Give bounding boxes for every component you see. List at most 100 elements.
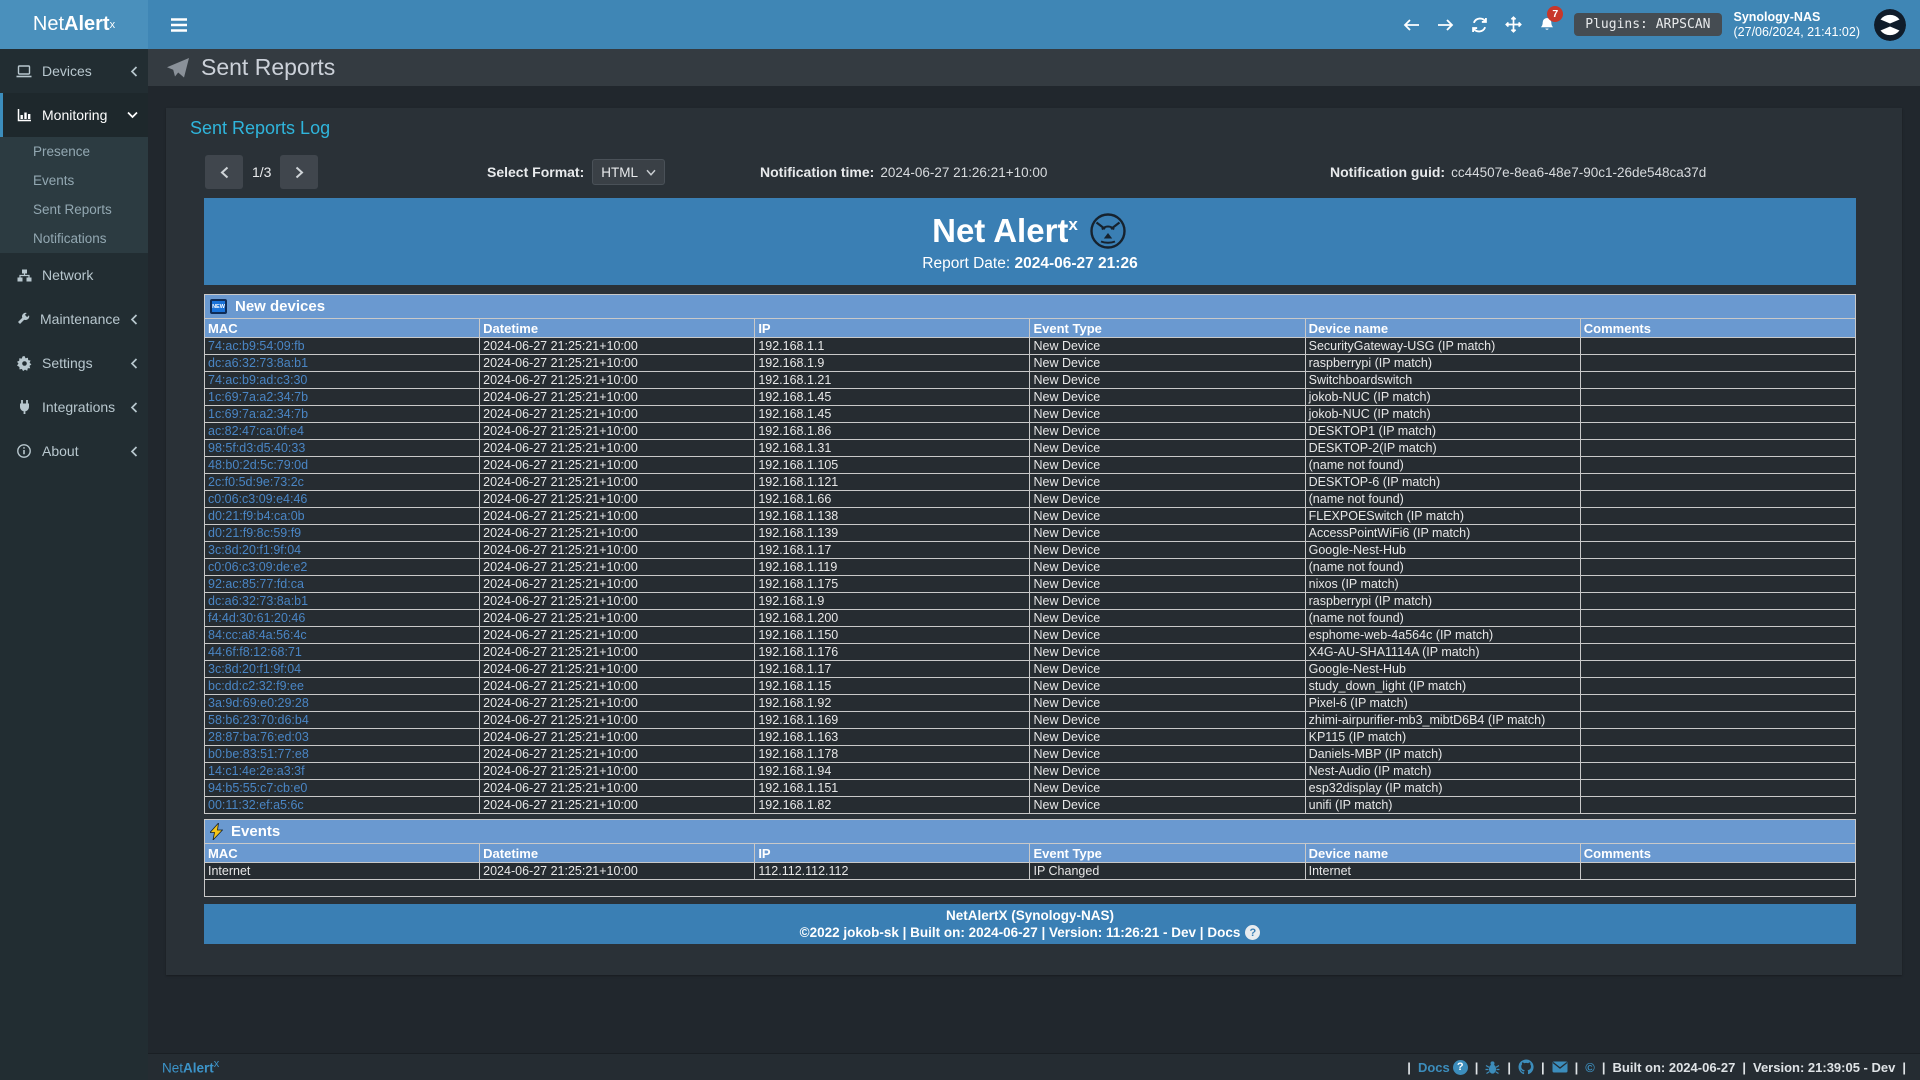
table-cell: 2024-06-27 21:25:21+10:00: [480, 576, 755, 593]
mac-link[interactable]: 3c:8d:20:f1:9f:04: [208, 662, 301, 676]
table-cell: New Device: [1030, 406, 1305, 423]
table-cell: [1580, 406, 1855, 423]
sidebar-toggle-button[interactable]: [162, 0, 196, 49]
table-cell: 28:87:ba:76:ed:03: [205, 729, 480, 746]
mac-link[interactable]: 84:cc:a8:4a:56:4c: [208, 628, 307, 642]
table-cell: nixos (IP match): [1305, 576, 1580, 593]
column-header: Comments: [1580, 319, 1855, 338]
table-cell: New Device: [1030, 338, 1305, 355]
mac-link[interactable]: 98:5f:d3:d5:40:33: [208, 441, 305, 455]
sidebar-item-label: Notifications: [33, 231, 107, 246]
table-cell: zhimi-airpurifier-mb3_mibtD6B4 (IP match…: [1305, 712, 1580, 729]
license-link[interactable]: ©: [1585, 1060, 1595, 1075]
notifications-bell-button[interactable]: 7: [1530, 0, 1564, 49]
chevron-down-icon: [127, 111, 138, 119]
notification-time-label: Notification time:: [760, 164, 874, 180]
email-link[interactable]: [1552, 1061, 1568, 1073]
host-info: Synology-NAS (27/06/2024, 21:41:02): [1734, 10, 1861, 40]
question-icon[interactable]: ?: [1245, 925, 1260, 940]
mac-link[interactable]: 48:b0:2d:5c:79:0d: [208, 458, 308, 472]
host-datetime: (27/06/2024, 21:41:02): [1734, 25, 1861, 40]
mac-link[interactable]: 3c:8d:20:f1:9f:04: [208, 543, 301, 557]
sidebar-item-label: Settings: [42, 355, 93, 371]
mac-link[interactable]: d0:21:f9:8c:59:f9: [208, 526, 301, 540]
mac-link[interactable]: 94:b5:55:c7:cb:e0: [208, 781, 307, 795]
format-selected-value: HTML: [601, 165, 638, 180]
format-control: Select Format: HTML: [487, 155, 665, 189]
table-cell: Google-Nest-Hub: [1305, 661, 1580, 678]
sidebar-item-integrations[interactable]: Integrations: [0, 385, 148, 429]
mac-link[interactable]: 1c:69:7a:a2:34:7b: [208, 390, 308, 404]
table-cell: 192.168.1.94: [755, 763, 1030, 780]
plugins-status-badge[interactable]: Plugins: ARPSCAN: [1574, 13, 1721, 36]
table-cell: 2c:f0:5d:9e:73:2c: [205, 474, 480, 491]
next-page-button[interactable]: [280, 155, 318, 189]
page-title: Sent Reports: [201, 54, 335, 81]
mac-link[interactable]: 28:87:ba:76:ed:03: [208, 730, 309, 744]
mac-link[interactable]: bc:dd:c2:32:f9:ee: [208, 679, 304, 693]
mac-link[interactable]: dc:a6:32:73:8a:b1: [208, 356, 308, 370]
mac-link[interactable]: c0:06:c3:09:e4:46: [208, 492, 307, 506]
table-cell: New Device: [1030, 542, 1305, 559]
mac-link[interactable]: 14:c1:4e:2e:a3:3f: [208, 764, 305, 778]
mac-link[interactable]: dc:a6:32:73:8a:b1: [208, 594, 308, 608]
notification-time: Notification time: 2024-06-27 21:26:21+1…: [760, 155, 1047, 189]
mac-link[interactable]: 1c:69:7a:a2:34:7b: [208, 407, 308, 421]
sidebar-item-devices[interactable]: Devices: [0, 49, 148, 93]
sidebar-item-monitoring[interactable]: Monitoring: [0, 93, 148, 137]
notification-time-value: 2024-06-27 21:26:21+10:00: [880, 165, 1047, 180]
sidebar-item-network[interactable]: Network: [0, 253, 148, 297]
mac-link[interactable]: 00:11:32:ef:a5:6c: [208, 798, 304, 812]
sidebar-item-settings[interactable]: Settings: [0, 341, 148, 385]
user-avatar[interactable]: [1874, 9, 1906, 41]
chevron-right-icon: [295, 166, 304, 179]
mac-link[interactable]: 92:ac:85:77:fd:ca: [208, 577, 304, 591]
mac-link[interactable]: 58:b6:23:70:d6:b4: [208, 713, 309, 727]
sidebar-item-sent-reports[interactable]: Sent Reports: [0, 195, 148, 224]
column-header: Event Type: [1030, 844, 1305, 863]
column-header: IP: [755, 844, 1030, 863]
nav-forward-button[interactable]: [1428, 0, 1462, 49]
table-cell: [1580, 627, 1855, 644]
sidebar-item-about[interactable]: About: [0, 429, 148, 473]
mac-link[interactable]: 74:ac:b9:ad:c3:30: [208, 373, 307, 387]
table-cell: New Device: [1030, 678, 1305, 695]
sidebar-item-presence[interactable]: Presence: [0, 137, 148, 166]
mac-link[interactable]: ac:82:47:ca:0f:e4: [208, 424, 304, 438]
footer-brand-link[interactable]: NetAlertx: [162, 1058, 219, 1076]
nav-move-button[interactable]: [1496, 0, 1530, 49]
mac-link[interactable]: d0:21:f9:b4:ca:0b: [208, 509, 305, 523]
prev-page-button[interactable]: [205, 155, 243, 189]
table-cell: 192.168.1.17: [755, 661, 1030, 678]
bug-report-link[interactable]: [1485, 1060, 1500, 1075]
sidebar-item-label: Network: [42, 267, 93, 283]
wrench-icon: [16, 312, 30, 326]
mac-link[interactable]: 74:ac:b9:54:09:fb: [208, 339, 305, 353]
sidebar-item-maintenance[interactable]: Maintenance: [0, 297, 148, 341]
docs-link[interactable]: Docs?: [1418, 1060, 1468, 1075]
table-cell: [1580, 797, 1855, 814]
sidebar-item-notifications[interactable]: Notifications: [0, 224, 148, 253]
table-cell: unifi (IP match): [1305, 797, 1580, 814]
mac-link[interactable]: 3a:9d:69:e0:29:28: [208, 696, 309, 710]
table-cell: 2024-06-27 21:25:21+10:00: [480, 525, 755, 542]
report-date: Report Date: 2024-06-27 21:26: [922, 255, 1137, 273]
mac-link[interactable]: 44:6f:f8:12:68:71: [208, 645, 302, 659]
mac-link[interactable]: c0:06:c3:09:de:e2: [208, 560, 307, 574]
mac-link[interactable]: b0:be:83:51:77:e8: [208, 747, 309, 761]
table-cell: 192.168.1.200: [755, 610, 1030, 627]
mac-link[interactable]: f4:4d:30:61:20:46: [208, 611, 305, 625]
chevron-left-icon: [130, 402, 138, 413]
nav-refresh-button[interactable]: [1462, 0, 1496, 49]
notification-guid-label: Notification guid:: [1330, 164, 1445, 180]
hamburger-icon: [170, 17, 188, 33]
app-logo[interactable]: NetAlertx: [0, 0, 148, 49]
logo-sup: x: [110, 19, 116, 31]
format-select[interactable]: HTML: [592, 159, 665, 185]
sidebar-item-label: Maintenance: [40, 311, 120, 327]
nav-back-button[interactable]: [1394, 0, 1428, 49]
sidebar-item-events[interactable]: Events: [0, 166, 148, 195]
events-table: MACDatetimeIPEvent TypeDevice nameCommen…: [204, 843, 1856, 897]
mac-link[interactable]: 2c:f0:5d:9e:73:2c: [208, 475, 304, 489]
github-link[interactable]: [1518, 1059, 1534, 1075]
